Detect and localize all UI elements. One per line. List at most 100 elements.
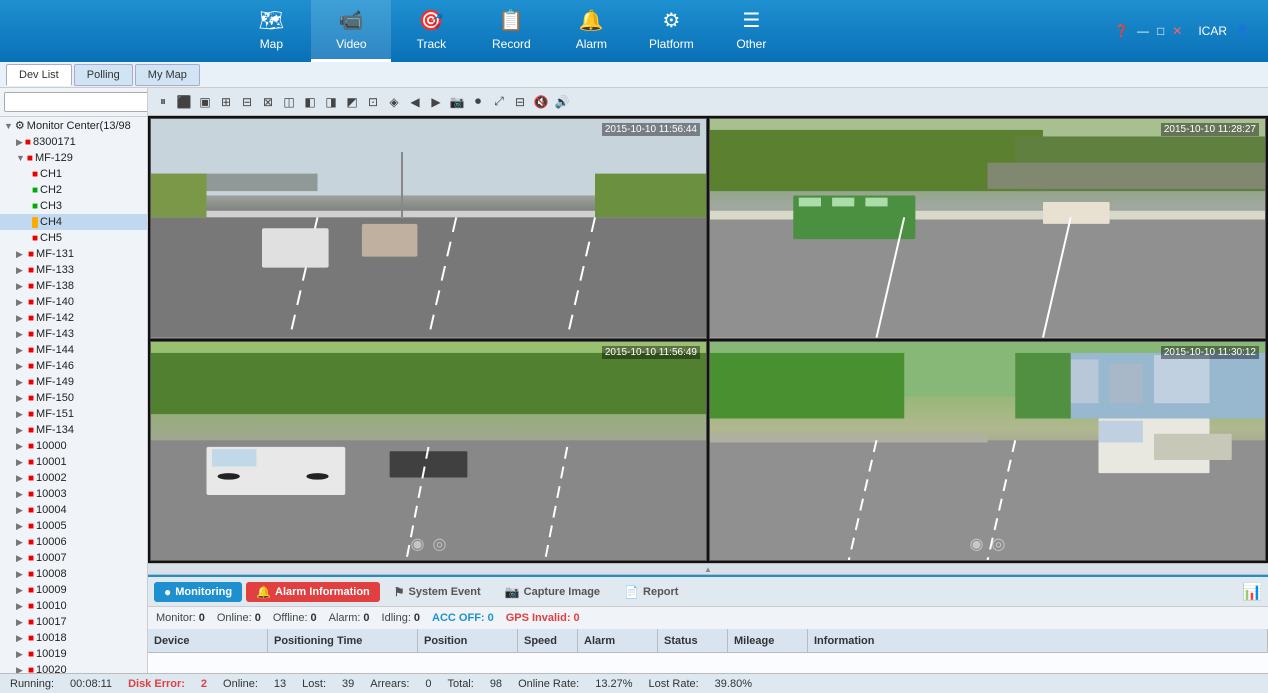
help-icon[interactable]: ❓: [1114, 24, 1129, 38]
tree-device-10006[interactable]: ▶ ■ 10006: [0, 534, 147, 550]
tree-device-MF-151[interactable]: ▶ ■ MF-151: [0, 406, 147, 422]
mute-icon[interactable]: 🔇: [532, 93, 550, 111]
search-input[interactable]: [4, 92, 148, 112]
prev-icon[interactable]: ◀: [406, 93, 424, 111]
layout4-icon[interactable]: ◩: [343, 93, 361, 111]
record-icon[interactable]: ⏺: [469, 93, 487, 111]
tree-device-MF-144[interactable]: ▶ ■ MF-144: [0, 342, 147, 358]
grid-9-icon[interactable]: ⊟: [238, 93, 256, 111]
maximize-icon[interactable]: □: [1157, 24, 1164, 38]
tree-channel-ch5[interactable]: ■ CH5: [0, 230, 147, 246]
tree-device-10003[interactable]: ▶ ■ 10003: [0, 486, 147, 502]
content-area: ⏸ ⬛ ▣ ⊞ ⊟ ⊠ ◫ ◧ ◨ ◩ ⊡ ◈ ◀ ▶ 📷 ⏺ ⤢ ⊟ 🔇 🔊: [148, 88, 1268, 693]
tree-device-MF-149[interactable]: ▶ ■ MF-149: [0, 374, 147, 390]
tree-device-10018[interactable]: ▶ ■ 10018: [0, 630, 147, 646]
footer-lost-rate-label: Lost Rate:: [649, 678, 699, 690]
stop-icon[interactable]: ⬛: [175, 93, 193, 111]
device-label: MF-134: [36, 424, 74, 436]
tree-device-MF-146[interactable]: ▶ ■ MF-146: [0, 358, 147, 374]
expand-icon: ▶: [16, 441, 26, 452]
nav-item-record[interactable]: 📋 Record: [471, 0, 551, 62]
sidebar: 🔍 ▼ ⚙ Monitor Center(13/98 ▶ ■ 8300171 ▼…: [0, 88, 148, 693]
tree-device-10002[interactable]: ▶ ■ 10002: [0, 470, 147, 486]
nav-item-track[interactable]: 🎯 Track: [391, 0, 471, 62]
tree-device-10009[interactable]: ▶ ■ 10009: [0, 582, 147, 598]
panel-toggle[interactable]: ▲: [148, 563, 1268, 575]
tree-channel-ch4[interactable]: ■ CH4: [0, 214, 147, 230]
nav-item-other[interactable]: ☰ Other: [711, 0, 791, 62]
tree-device-MF-143[interactable]: ▶ ■ MF-143: [0, 326, 147, 342]
video-cell-3[interactable]: ◉◎ 2015-10-10 11:56:49: [150, 341, 707, 562]
nav-label-track: Track: [417, 37, 447, 51]
tree-device-MF-140[interactable]: ▶ ■ MF-140: [0, 294, 147, 310]
nav-item-video[interactable]: 📹 Video: [311, 0, 391, 62]
layout5-icon[interactable]: ⊡: [364, 93, 382, 111]
tree-device-10005[interactable]: ▶ ■ 10005: [0, 518, 147, 534]
video-cell-2[interactable]: 2015-10-10 11:28:27: [709, 118, 1266, 339]
device-status-icon: ■: [27, 153, 33, 164]
aspect-icon[interactable]: ⊟: [511, 93, 529, 111]
minimize-icon[interactable]: —: [1137, 24, 1149, 38]
layout3-icon[interactable]: ◨: [322, 93, 340, 111]
tab-my-map[interactable]: My Map: [135, 64, 200, 86]
footer-total-value: 98: [490, 678, 502, 690]
channel-label: CH3: [40, 200, 62, 212]
nav-item-alarm[interactable]: 🔔 Alarm: [551, 0, 631, 62]
tree-device-10004[interactable]: ▶ ■ 10004: [0, 502, 147, 518]
expand-icon: ▶: [16, 409, 26, 420]
tree-device-MF-150[interactable]: ▶ ■ MF-150: [0, 390, 147, 406]
tree-device-10001[interactable]: ▶ ■ 10001: [0, 454, 147, 470]
tab-polling[interactable]: Polling: [74, 64, 133, 86]
grid-4-icon[interactable]: ⊞: [217, 93, 235, 111]
grid-16-icon[interactable]: ⊠: [259, 93, 277, 111]
tree-device-MF-142[interactable]: ▶ ■ MF-142: [0, 310, 147, 326]
tree-device-8300171[interactable]: ▶ ■ 8300171: [0, 134, 147, 150]
video-cell-1[interactable]: 2015-10-10 11:56:44: [150, 118, 707, 339]
fullscreen-icon[interactable]: ⤢: [490, 93, 508, 111]
close-icon[interactable]: ✕: [1172, 24, 1182, 38]
tree-device-mf129[interactable]: ▼ ■ MF-129: [0, 150, 147, 166]
tree-device-10008[interactable]: ▶ ■ 10008: [0, 566, 147, 582]
layout6-icon[interactable]: ◈: [385, 93, 403, 111]
tree-channel-ch3[interactable]: ■ CH3: [0, 198, 147, 214]
tree-device-MF-131[interactable]: ▶ ■ MF-131: [0, 246, 147, 262]
tree-device-MF-138[interactable]: ▶ ■ MF-138: [0, 278, 147, 294]
tree-device-MF-134[interactable]: ▶ ■ MF-134: [0, 422, 147, 438]
col-mileage: Mileage: [728, 629, 808, 652]
tab-alarm-info[interactable]: 🔔 Alarm Information: [246, 582, 380, 602]
alarm-bell-icon: 🔔: [256, 585, 271, 599]
tab-monitoring[interactable]: ● Monitoring: [154, 582, 242, 602]
tree-channel-ch2[interactable]: ■ CH2: [0, 182, 147, 198]
tree-root[interactable]: ▼ ⚙ Monitor Center(13/98: [0, 117, 147, 134]
layout2-icon[interactable]: ◧: [301, 93, 319, 111]
tree-device-10017[interactable]: ▶ ■ 10017: [0, 614, 147, 630]
device-status-icon: ■: [28, 601, 34, 612]
tab-capture-image[interactable]: 📷 Capture Image: [495, 582, 610, 602]
tree-device-10010[interactable]: ▶ ■ 10010: [0, 598, 147, 614]
sidebar-search-bar: 🔍: [0, 88, 147, 117]
device-label: MF-142: [36, 312, 74, 324]
tab-report[interactable]: 📄 Report: [614, 582, 688, 602]
tree-device-10019[interactable]: ▶ ■ 10019: [0, 646, 147, 662]
volume-icon[interactable]: 🔊: [553, 93, 571, 111]
nav-item-map[interactable]: 🗺 Map: [231, 0, 311, 62]
excel-export-icon[interactable]: 📊: [1242, 582, 1262, 602]
tab-system-event[interactable]: ⚑ System Event: [384, 582, 491, 602]
tree-channel-ch1[interactable]: ■ CH1: [0, 166, 147, 182]
expand-icon: ▶: [16, 377, 26, 388]
device-label: MF-131: [36, 248, 74, 260]
play-icon[interactable]: ⏸: [154, 93, 172, 111]
channel-status-icon: ■: [32, 185, 38, 196]
snapshot-icon[interactable]: 📷: [448, 93, 466, 111]
tab-dev-list[interactable]: Dev List: [6, 64, 72, 86]
nav-label-video: Video: [336, 37, 366, 51]
nav-item-platform[interactable]: ⚙ Platform: [631, 0, 711, 62]
tree-device-10000[interactable]: ▶ ■ 10000: [0, 438, 147, 454]
video-cell-4[interactable]: ◉◎ 2015-10-10 11:30:12: [709, 341, 1266, 562]
next-icon[interactable]: ▶: [427, 93, 445, 111]
layout1-icon[interactable]: ◫: [280, 93, 298, 111]
tree-device-10007[interactable]: ▶ ■ 10007: [0, 550, 147, 566]
expand-icon: ▶: [16, 489, 26, 500]
grid-1-icon[interactable]: ▣: [196, 93, 214, 111]
tree-device-MF-133[interactable]: ▶ ■ MF-133: [0, 262, 147, 278]
